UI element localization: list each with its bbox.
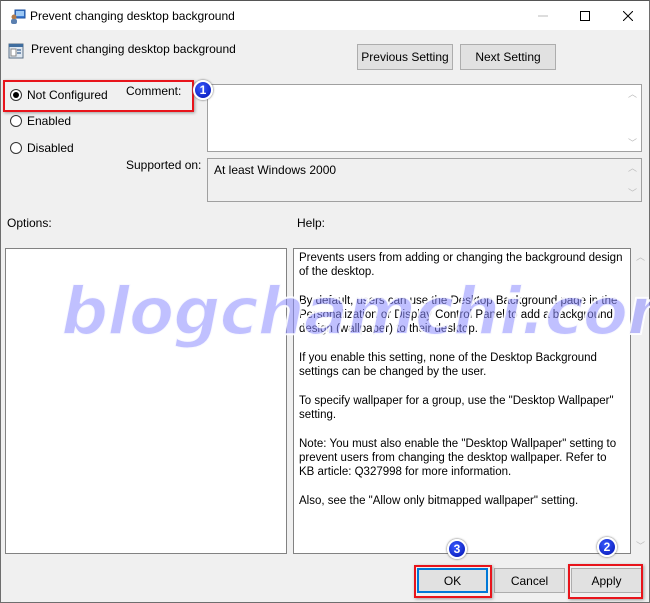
minimize-button[interactable] (520, 1, 566, 30)
radio-enabled[interactable]: Enabled (10, 114, 71, 128)
ok-button[interactable]: OK (417, 568, 488, 593)
step-badge-1: 1 (193, 80, 213, 100)
cancel-button[interactable]: Cancel (494, 568, 565, 593)
scroll-up-icon[interactable]: ︿ (624, 159, 641, 176)
scroll-up-icon[interactable]: ︿ (624, 85, 641, 102)
next-setting-button[interactable]: Next Setting (460, 44, 556, 70)
policy-name: Prevent changing desktop background (31, 42, 236, 56)
policy-setting-icon (8, 43, 24, 59)
radio-not-configured[interactable]: Not Configured (10, 88, 108, 102)
help-scrollbar[interactable]: ︿ ﹀ (632, 248, 649, 554)
help-paragraph: Prevents users from adding or changing t… (299, 252, 623, 279)
comment-label: Comment: (126, 84, 182, 98)
help-text: Prevents users from adding or changing t… (299, 251, 624, 523)
help-label: Help: (297, 216, 326, 230)
policy-dialog: Prevent changing desktop background Prev… (0, 0, 650, 603)
supported-scrollbar[interactable]: ︿ ﹀ (624, 159, 641, 201)
radio-label: Enabled (27, 114, 72, 128)
step-badge-2: 2 (597, 537, 617, 557)
scroll-up-icon[interactable]: ︿ (632, 248, 649, 265)
radio-label: Disabled (27, 141, 74, 155)
scroll-down-icon[interactable]: ﹀ (624, 184, 641, 201)
help-paragraph: Note: You must also enable the "Desktop … (299, 437, 617, 479)
scroll-down-icon[interactable]: ﹀ (632, 537, 649, 554)
help-paragraph: To specify wallpaper for a group, use th… (299, 394, 614, 422)
options-label: Options: (7, 216, 52, 230)
help-paragraph: Also, see the "Allow only bitmapped wall… (299, 495, 579, 508)
maximize-button[interactable] (562, 1, 608, 30)
previous-setting-button[interactable]: Previous Setting (357, 44, 453, 70)
supported-on-field: At least Windows 2000 ︿ ﹀ (207, 158, 642, 202)
radio-button[interactable] (10, 115, 22, 127)
radio-button[interactable] (10, 142, 22, 154)
comment-scrollbar[interactable]: ︿ ﹀ (624, 85, 641, 151)
title-bar[interactable]: Prevent changing desktop background (1, 1, 649, 30)
window-title: Prevent changing desktop background (30, 9, 235, 23)
supported-on-label: Supported on: (126, 158, 202, 172)
help-paragraph: By default, users can use the Desktop Ba… (299, 294, 618, 336)
minimize-icon (538, 15, 548, 16)
supported-on-value: At least Windows 2000 (214, 163, 337, 177)
apply-button[interactable]: Apply (571, 568, 642, 593)
radio-button-selected[interactable] (10, 89, 22, 101)
maximize-icon (580, 10, 590, 21)
help-panel: Prevents users from adding or changing t… (293, 248, 631, 554)
comment-textarea[interactable]: ︿ ﹀ (207, 84, 642, 152)
radio-label: Not Configured (27, 88, 108, 102)
help-paragraph: If you enable this setting, none of the … (299, 352, 597, 379)
close-button[interactable] (605, 1, 650, 30)
policy-app-icon (11, 9, 26, 24)
radio-disabled[interactable]: Disabled (10, 141, 74, 155)
scroll-down-icon[interactable]: ﹀ (624, 134, 641, 151)
close-icon (623, 10, 633, 21)
options-panel (5, 248, 287, 554)
step-badge-3: 3 (447, 539, 467, 559)
